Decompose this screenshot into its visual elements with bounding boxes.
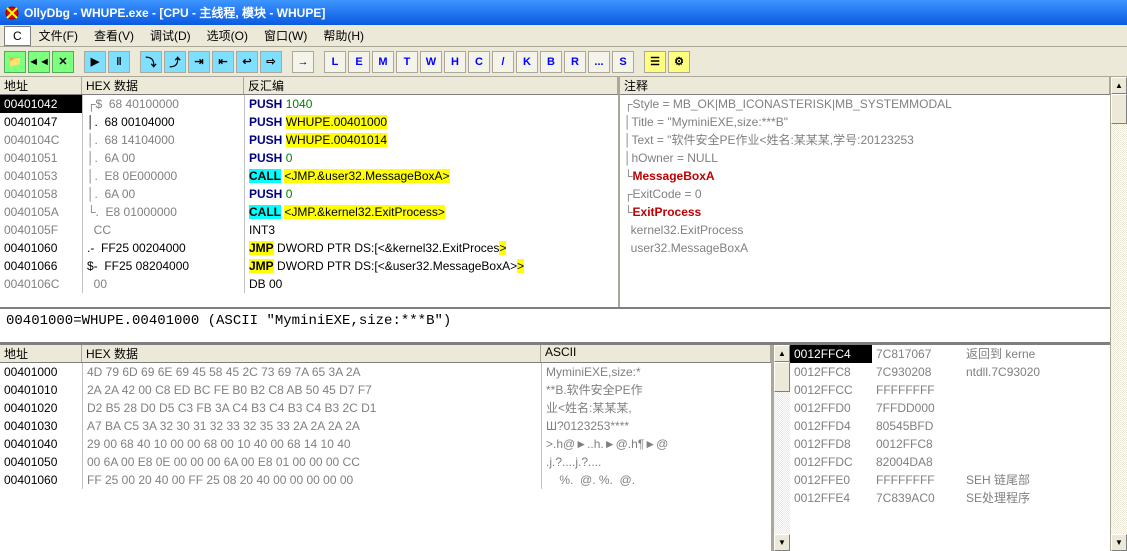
- disasm-row[interactable]: 00401053│. E8 0E000000CALL <JMP.&user32.…: [0, 167, 618, 185]
- cpu-scrollbar[interactable]: ▲ ▼: [1110, 77, 1127, 551]
- window-titlebar: OllyDbg - WHUPE.exe - [CPU - 主线程, 模块 - W…: [0, 0, 1127, 25]
- col-hex[interactable]: HEX 数据: [82, 77, 244, 94]
- stack-row[interactable]: 0012FFE47C839AC0SE处理程序: [790, 489, 1110, 507]
- tb-appearance-icon[interactable]: ⚙: [668, 51, 690, 73]
- comment-row: ┌ExitCode = 0: [620, 185, 1110, 203]
- tb-window-k[interactable]: K: [516, 51, 538, 73]
- dump-col-hex[interactable]: HEX 数据: [82, 345, 541, 362]
- app-icon: [4, 5, 20, 21]
- comments-panel[interactable]: 注释 ┌Style = MB_OK|MB_ICONASTERISK|MB_SYS…: [620, 77, 1110, 307]
- cpu-pane: 地址 HEX 数据 反汇编 00401042┌$ 68 40100000PUSH…: [0, 77, 1110, 309]
- stack-panel[interactable]: 0012FFC47C817067返回到 kerne0012FFC87C93020…: [790, 345, 1110, 551]
- tb-window-h[interactable]: H: [444, 51, 466, 73]
- tb-window-m[interactable]: M: [372, 51, 394, 73]
- window-title: OllyDbg - WHUPE.exe - [CPU - 主线程, 模块 - W…: [24, 4, 325, 21]
- scroll-thumb[interactable]: [1111, 94, 1127, 124]
- dump-row[interactable]: 004010102A 2A 42 00 C8 ED BC FE B0 B2 C8…: [0, 381, 771, 399]
- dump-col-ascii[interactable]: ASCII: [541, 345, 771, 362]
- tb-window-/[interactable]: /: [492, 51, 514, 73]
- tb-options-icon[interactable]: ☰: [644, 51, 666, 73]
- dump-row[interactable]: 0040105000 6A 00 E8 0E 00 00 00 6A 00 E8…: [0, 453, 771, 471]
- menu-file[interactable]: 文件(F): [31, 25, 86, 46]
- tb-window-c[interactable]: C: [468, 51, 490, 73]
- tb-window-s[interactable]: S: [612, 51, 634, 73]
- disasm-row[interactable]: 0040105F CCINT3: [0, 221, 618, 239]
- dump-row[interactable]: 00401020D2 B5 28 D0 D5 C3 FB 3A C4 B3 C4…: [0, 399, 771, 417]
- comment-row: │Title = "MyminiEXE,size:***B": [620, 113, 1110, 131]
- menu-window[interactable]: 窗口(W): [256, 25, 315, 46]
- stack-row[interactable]: 0012FFDC82004DA8: [790, 453, 1110, 471]
- dump-panel[interactable]: 地址 HEX 数据 ASCII 004010004D 79 6D 69 6E 6…: [0, 345, 773, 551]
- scroll-thumb[interactable]: [774, 362, 790, 392]
- dump-row[interactable]: 0040104029 00 68 40 10 00 00 68 00 10 40…: [0, 435, 771, 453]
- stack-row[interactable]: 0012FFD07FFDD000: [790, 399, 1110, 417]
- menu-debug[interactable]: 调试(D): [142, 25, 199, 46]
- menu-view[interactable]: 查看(V): [86, 25, 142, 46]
- tb-stepover-icon[interactable]: ⤴: [164, 51, 186, 73]
- disassembly-panel[interactable]: 地址 HEX 数据 反汇编 00401042┌$ 68 40100000PUSH…: [0, 77, 620, 307]
- tb-stepinto-icon[interactable]: ⤵: [140, 51, 162, 73]
- info-line: 00401000=WHUPE.00401000 (ASCII "MyminiEX…: [0, 309, 1110, 345]
- stack-row[interactable]: 0012FFD80012FFC8: [790, 435, 1110, 453]
- comment-row: │hOwner = NULL: [620, 149, 1110, 167]
- tb-tillret-icon[interactable]: ↩: [236, 51, 258, 73]
- scroll-down-icon[interactable]: ▼: [774, 534, 790, 551]
- tb-till-icon[interactable]: ⇨: [260, 51, 282, 73]
- dump-row[interactable]: 00401030A7 BA C5 3A 32 30 31 32 33 32 35…: [0, 417, 771, 435]
- tb-window-t[interactable]: T: [396, 51, 418, 73]
- tb-window-r[interactable]: R: [564, 51, 586, 73]
- scroll-down-icon[interactable]: ▼: [1111, 534, 1127, 551]
- tb-rewind-icon[interactable]: ◄◄: [28, 51, 50, 73]
- disasm-row[interactable]: 0040105A└. E8 01000000CALL <JMP.&kernel3…: [0, 203, 618, 221]
- toolbar: 📁 ◄◄ ✕ ▶ ‖ ⤵ ⤴ ⇥ ⇤ ↩ ⇨ → LEMTWHC/KBR...S…: [0, 47, 1127, 77]
- col-comment[interactable]: 注释: [620, 77, 1110, 94]
- tb-trace-icon[interactable]: ⇥: [188, 51, 210, 73]
- col-address[interactable]: 地址: [0, 77, 82, 94]
- dump-row[interactable]: 004010004D 79 6D 69 6E 69 45 58 45 2C 73…: [0, 363, 771, 381]
- comment-row: └MessageBoxA: [620, 167, 1110, 185]
- menu-options[interactable]: 选项(O): [199, 25, 256, 46]
- col-disasm[interactable]: 反汇编: [244, 77, 618, 94]
- tb-traceinto-icon[interactable]: ⇤: [212, 51, 234, 73]
- disasm-row[interactable]: 00401060.- FF25 00204000JMP DWORD PTR DS…: [0, 239, 618, 257]
- scroll-up-icon[interactable]: ▲: [774, 345, 790, 362]
- stack-row[interactable]: 0012FFC47C817067返回到 kerne: [790, 345, 1110, 363]
- tb-open-icon[interactable]: 📁: [4, 51, 26, 73]
- tb-close-icon[interactable]: ✕: [52, 51, 74, 73]
- stack-row[interactable]: 0012FFE0FFFFFFFFSEH 链尾部: [790, 471, 1110, 489]
- tb-window-b[interactable]: B: [540, 51, 562, 73]
- stack-row[interactable]: 0012FFCCFFFFFFFF: [790, 381, 1110, 399]
- menu-c[interactable]: C: [4, 26, 31, 46]
- comment-row: kernel32.ExitProcess: [620, 221, 1110, 239]
- disasm-row[interactable]: 00401051│. 6A 00PUSH 0: [0, 149, 618, 167]
- dump-scrollbar[interactable]: ▲ ▼: [773, 345, 790, 551]
- disasm-row[interactable]: 00401042┌$ 68 40100000PUSH 1040: [0, 95, 618, 113]
- comment-row: │Text = "软件安全PE作业<姓名:某某某,学号:20123253: [620, 131, 1110, 149]
- tb-window-l[interactable]: L: [324, 51, 346, 73]
- disasm-row[interactable]: 0040104C│. 68 14104000PUSH WHUPE.0040101…: [0, 131, 618, 149]
- disasm-row[interactable]: 00401066$- FF25 08204000JMP DWORD PTR DS…: [0, 257, 618, 275]
- tb-window-w[interactable]: W: [420, 51, 442, 73]
- dump-col-addr[interactable]: 地址: [0, 345, 82, 362]
- comment-row: ┌Style = MB_OK|MB_ICONASTERISK|MB_SYSTEM…: [620, 95, 1110, 113]
- disasm-row[interactable]: 0040106C 00DB 00: [0, 275, 618, 293]
- menubar: C 文件(F) 查看(V) 调试(D) 选项(O) 窗口(W) 帮助(H): [0, 25, 1127, 47]
- tb-window-e[interactable]: E: [348, 51, 370, 73]
- tb-run-icon[interactable]: ▶: [84, 51, 106, 73]
- stack-row[interactable]: 0012FFC87C930208ntdll.7C93020: [790, 363, 1110, 381]
- menu-help[interactable]: 帮助(H): [315, 25, 372, 46]
- tb-pause-icon[interactable]: ‖: [108, 51, 130, 73]
- tb-goto-icon[interactable]: →: [292, 51, 314, 73]
- disasm-row[interactable]: 00401058│. 6A 00PUSH 0: [0, 185, 618, 203]
- stack-row[interactable]: 0012FFD480545BFD: [790, 417, 1110, 435]
- scroll-up-icon[interactable]: ▲: [1111, 77, 1127, 94]
- comment-row: └ExitProcess: [620, 203, 1110, 221]
- tb-window-...[interactable]: ...: [588, 51, 610, 73]
- disasm-row[interactable]: 00401047│. 68 00104000PUSH WHUPE.0040100…: [0, 113, 618, 131]
- comment-row: user32.MessageBoxA: [620, 239, 1110, 257]
- dump-row[interactable]: 00401060FF 25 00 20 40 00 FF 25 08 20 40…: [0, 471, 771, 489]
